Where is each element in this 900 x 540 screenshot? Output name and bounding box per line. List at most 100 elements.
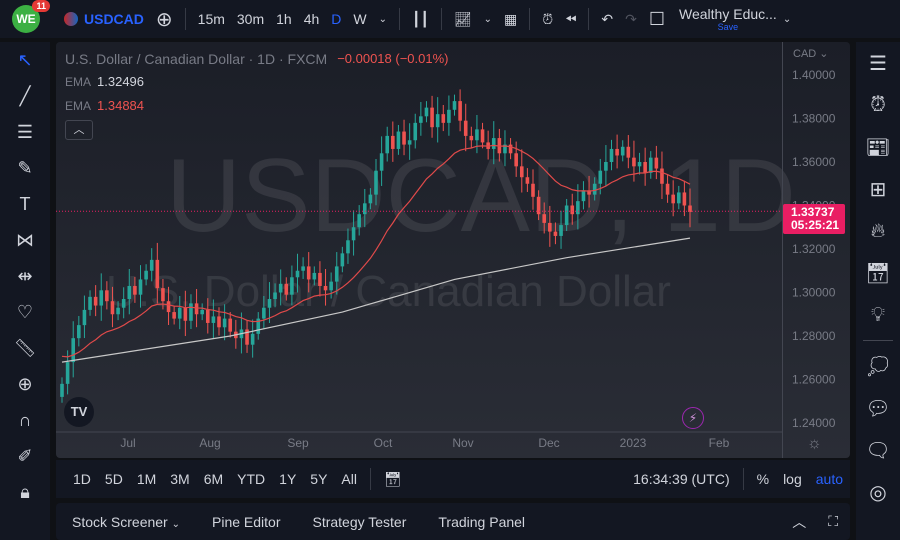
layout-title: Wealthy Educ... (679, 6, 777, 22)
magnet-icon[interactable]: ∩ (0, 402, 50, 438)
interval-30m[interactable]: 30m (231, 11, 270, 27)
lock-icon[interactable]: 🔒︎ (0, 474, 50, 510)
top-toolbar: WE 11 USDCAD ⊕ 15m 30m 1h 4h D W ⌄ ┃┃ 📈︎… (0, 0, 900, 38)
range-5y[interactable]: 5Y (303, 471, 334, 487)
add-list-icon[interactable]: ⊞ (856, 168, 900, 210)
range-3m[interactable]: 3M (163, 471, 196, 487)
candle-body (531, 183, 535, 197)
settings-icon[interactable]: ☼ (807, 435, 822, 453)
chevron-down-icon[interactable]: ⌄ (373, 14, 393, 25)
range-1m[interactable]: 1M (130, 471, 163, 487)
currency-label: CAD (793, 48, 817, 60)
clock[interactable]: 16:34:39 (UTC) (626, 471, 736, 487)
watchlist-icon[interactable]: ☰ (856, 42, 900, 84)
collapse-legend-button[interactable]: ︿ (65, 120, 93, 140)
log-toggle[interactable]: log (776, 471, 809, 487)
lock-drawing-icon[interactable]: ✐ (0, 438, 50, 474)
auto-toggle[interactable]: auto (809, 471, 850, 487)
chart-pane[interactable]: USDCAD, 1D U.S. Dollar / Canadian Dollar… (56, 42, 850, 458)
candles-icon[interactable]: ┃┃ (406, 11, 435, 28)
tradingview-logo[interactable]: TV (64, 397, 94, 427)
cursor-icon[interactable]: ↖ (0, 42, 50, 78)
range-1d[interactable]: 1D (66, 471, 98, 487)
range-all[interactable]: All (334, 471, 364, 487)
maximize-panel-icon[interactable]: ⛶ (816, 513, 850, 530)
messages-icon[interactable]: 🗨︎ (856, 429, 900, 471)
candle-body (491, 138, 496, 149)
tab-strategy-tester[interactable]: Strategy Tester (296, 514, 422, 530)
chevron-down-icon[interactable]: ⌄ (478, 14, 498, 25)
candle-body (604, 162, 608, 171)
undo-icon[interactable]: ↶ (595, 11, 619, 28)
candle-body (407, 140, 412, 145)
layout-name[interactable]: Wealthy Educ... Save (679, 6, 777, 32)
tab-label: Stock Screener (72, 513, 168, 530)
zoom-icon[interactable]: ⊕ (0, 366, 50, 402)
candle-body (615, 148, 619, 156)
candle-body (576, 201, 580, 215)
range-ytd[interactable]: YTD (230, 471, 272, 487)
candle-body (183, 307, 188, 321)
alarm-icon[interactable]: ⏰︎ (856, 84, 900, 126)
candle-body (435, 114, 440, 128)
interval-d[interactable]: D (325, 11, 347, 27)
trend-line-icon[interactable]: ╱ (0, 78, 50, 114)
range-5d[interactable]: 5D (98, 471, 130, 487)
layouts-icon[interactable]: ▦ (498, 11, 523, 28)
interval-4h[interactable]: 4h (298, 11, 326, 27)
interval-1h[interactable]: 1h (270, 11, 298, 27)
candle-body (480, 129, 485, 143)
chevron-down-icon[interactable]: ⌄ (777, 14, 797, 25)
collapse-panel-icon[interactable]: ︿ (782, 512, 816, 532)
fullscreen-icon[interactable]: ☐ (643, 9, 671, 30)
news-icon[interactable]: 📰︎ (856, 126, 900, 168)
bottom-panel: Stock Screener ⌄ Pine Editor Strategy Te… (56, 503, 850, 540)
pattern-icon[interactable]: ⋈ (0, 222, 50, 258)
range-6m[interactable]: 6M (197, 471, 230, 487)
chevron-down-icon: ⌄ (171, 518, 180, 530)
currency-selector[interactable]: CAD ⌄ (793, 47, 829, 60)
ideas-bulb-icon[interactable]: 💡︎ (856, 294, 900, 336)
candle-body (391, 135, 395, 149)
candle-body (250, 333, 255, 345)
text-icon[interactable]: T (0, 186, 50, 222)
ema-legend-1[interactable]: EMA 1.32496 (65, 74, 144, 89)
candle-body (508, 144, 513, 154)
interval-15m[interactable]: 15m (192, 11, 231, 27)
user-avatar[interactable]: WE 11 (12, 0, 50, 33)
streams-icon[interactable]: ◎ (856, 471, 900, 513)
chat-cloud-icon[interactable]: 💭︎ (856, 345, 900, 387)
indicators-icon[interactable]: 📈︎ (448, 11, 478, 28)
candle-body (525, 177, 530, 184)
alert-icon[interactable]: ⏰︎ (536, 11, 559, 28)
calendar-icon[interactable]: 📅︎ (856, 252, 900, 294)
percent-toggle[interactable]: % (750, 471, 776, 487)
compare-add-icon[interactable]: ⊕ (150, 7, 179, 32)
fib-icon[interactable]: ☰ (0, 114, 50, 150)
candle-body (609, 148, 614, 162)
candle-body (177, 307, 182, 319)
symbol-search[interactable]: USDCAD (78, 11, 150, 27)
price-chart[interactable]: 1.400001.380001.360001.340001.320001.300… (56, 42, 850, 458)
hotlist-fire-icon[interactable]: 🔥︎ (856, 210, 900, 252)
brush-icon[interactable]: ✎ (0, 150, 50, 186)
save-button[interactable]: Save (718, 22, 739, 32)
redo-icon[interactable]: ↷ (619, 11, 643, 28)
tab-trading-panel[interactable]: Trading Panel (422, 514, 541, 530)
tab-pine-editor[interactable]: Pine Editor (196, 514, 296, 530)
tab-stock-screener[interactable]: Stock Screener ⌄ (56, 514, 196, 530)
date-range-icon[interactable]: 📅︎ (377, 471, 409, 488)
range-1y[interactable]: 1Y (272, 471, 303, 487)
ruler-icon[interactable]: 📏︎ (0, 330, 50, 366)
replay-icon[interactable]: ⏪︎ (559, 11, 582, 28)
lightning-icon[interactable]: ⚡︎ (682, 407, 704, 429)
interval-w[interactable]: W (347, 11, 372, 27)
heart-icon[interactable]: ♡ (0, 294, 50, 330)
candle-body (648, 157, 653, 173)
prediction-icon[interactable]: ⇹ (0, 258, 50, 294)
flag-icon (64, 12, 78, 26)
chats-icon[interactable]: 💬︎ (856, 387, 900, 429)
ema-legend-2[interactable]: EMA 1.34884 (65, 98, 144, 113)
candle-body (374, 170, 378, 195)
price-axis[interactable]: CAD ⌄ 1.33737 05:25:21 ☼ (782, 42, 850, 458)
